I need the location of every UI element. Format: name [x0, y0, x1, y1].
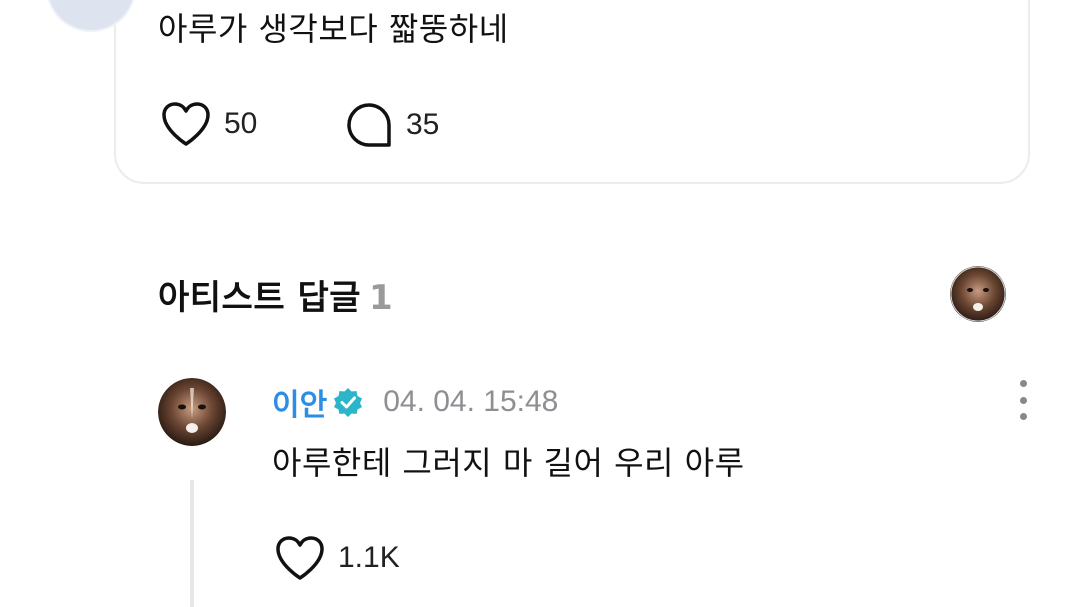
comment-screen: 아루가 생각보다 짧뚱하네 50 35 아티스트 답글 1 이안 04. 04.…: [0, 0, 1080, 607]
artist-replies-header: 아티스트 답글 1: [158, 270, 393, 319]
reply-text: 아루한테 그러지 마 길어 우리 아루: [272, 444, 745, 482]
more-vertical-icon[interactable]: [1012, 380, 1034, 420]
heart-icon: [160, 100, 212, 148]
post-comment-count: 35: [406, 108, 440, 141]
artist-replies-count: 1: [369, 278, 394, 318]
thread-line: [190, 480, 194, 607]
reply-like-count: 1.1K: [338, 541, 400, 574]
comment-bubble-icon: [344, 100, 394, 150]
artist-avatar-small[interactable]: [950, 266, 1006, 322]
post-like-button[interactable]: 50: [160, 100, 257, 148]
reply-author-avatar[interactable]: [158, 378, 226, 446]
post-text: 아루가 생각보다 짧뚱하네: [158, 10, 509, 48]
post-comment-button[interactable]: 35: [344, 100, 439, 150]
heart-icon: [274, 534, 326, 582]
reply-author-name[interactable]: 이안: [272, 380, 327, 424]
artist-replies-title: 아티스트 답글: [158, 278, 362, 318]
reply-like-button[interactable]: 1.1K: [274, 534, 400, 582]
reply-meta: 이안 04. 04. 15:48: [272, 380, 558, 424]
reply-timestamp: 04. 04. 15:48: [383, 385, 559, 418]
verified-badge-icon: [333, 387, 363, 417]
post-like-count: 50: [224, 107, 258, 140]
